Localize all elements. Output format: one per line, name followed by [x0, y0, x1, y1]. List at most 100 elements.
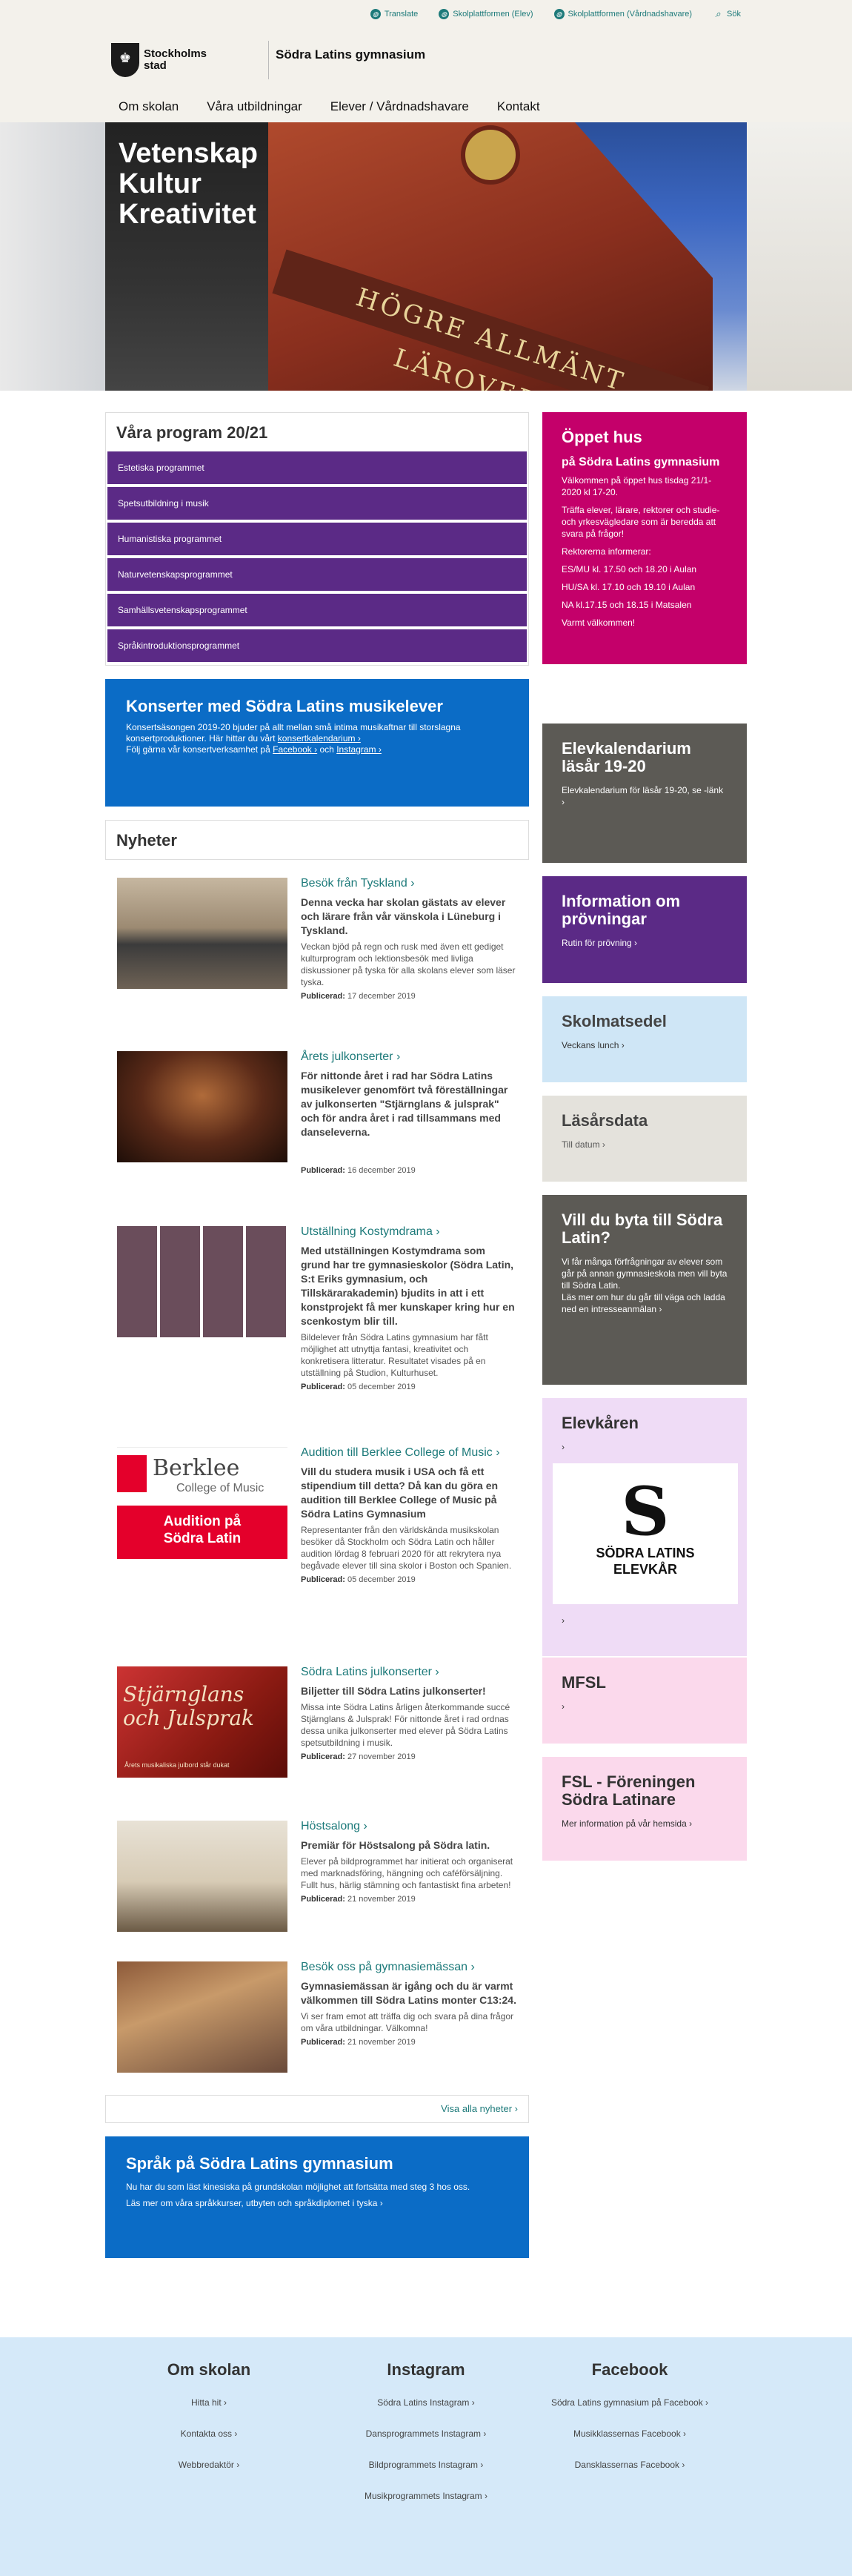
lasarsdata-box[interactable]: Läsårsdata Till datum ›: [542, 1096, 747, 1182]
news-title-link[interactable]: Besök oss på gymnasiemässan ›: [301, 1961, 517, 1973]
fsl-link[interactable]: Mer information på vår hemsida ›: [562, 1818, 728, 1830]
search-link[interactable]: ⌕ Sök: [713, 9, 741, 19]
oppet-text: NA kl.17.15 och 18.15 i Matsalen: [562, 600, 692, 610]
skolplattformen-vardnad-link[interactable]: ◍ Skolplattformen (Vårdnadshavare): [553, 9, 692, 19]
programs-title: Våra program 20/21: [116, 423, 268, 442]
julkonsert-image-sub: Årets musikaliska julbord står dukat: [124, 1761, 230, 1769]
konsertkalendarium-link[interactable]: konsertkalendarium ›: [278, 733, 361, 744]
news-title-link[interactable]: Årets julkonserter ›: [301, 1051, 517, 1063]
news-item: Berklee College of Music Audition på Söd…: [117, 1447, 517, 1586]
footer-link[interactable]: Webbredaktör ›: [105, 2460, 313, 2470]
berklee-cta: Audition på Södra Latin: [117, 1506, 287, 1559]
mfsl-box[interactable]: MFSL ›: [542, 1658, 747, 1744]
oppet-subtitle: på Södra Latins gymnasium: [562, 456, 720, 468]
fsl-box[interactable]: FSL - Föreningen Södra Latinare Mer info…: [542, 1757, 747, 1861]
vill-text: Vi får många förfrågningar av elever som…: [562, 1256, 728, 1291]
footer-link[interactable]: Dansklassernas Facebook ›: [526, 2460, 733, 2470]
news-image[interactable]: [117, 1961, 287, 2073]
byta-skola-box[interactable]: Vill du byta till Södra Latin? Vi får må…: [542, 1195, 747, 1385]
mfsl-arrow[interactable]: ›: [562, 1701, 728, 1712]
prov-link[interactable]: Rutin för prövning ›: [562, 937, 728, 949]
footer-link[interactable]: Bildprogrammets Instagram ›: [322, 2460, 530, 2470]
news-image[interactable]: [117, 878, 287, 989]
news-title-link[interactable]: Utställning Kostymdrama ›: [301, 1226, 517, 1238]
footer-link[interactable]: Hitta hit ›: [105, 2397, 313, 2408]
provning-box[interactable]: Information om prövningar Rutin för pröv…: [542, 876, 747, 983]
nav-kontakt[interactable]: Kontakt: [497, 99, 540, 114]
news-item: Besök oss på gymnasiemässan › Gymnasiemä…: [117, 1961, 517, 2073]
footer-link[interactable]: Södra Latins Instagram ›: [322, 2397, 530, 2408]
news-date: Publicerad: 21 november 2019: [301, 1895, 416, 1904]
skolplattformen-elev-link[interactable]: ◍ Skolplattformen (Elev): [439, 9, 533, 19]
oppet-hus-box[interactable]: Öppet hus på Södra Latins gymnasium Välk…: [542, 412, 747, 664]
news-lead: För nittonde året i rad har Södra Latins…: [301, 1070, 508, 1138]
lasar-link[interactable]: Till datum ›: [562, 1139, 728, 1150]
elevkal-link[interactable]: Elevkalendarium för läsår 19-20, se -län…: [562, 784, 728, 808]
translate-link[interactable]: ◍ Translate: [370, 9, 418, 19]
program-samhallsvetenskap[interactable]: Samhällsvetenskapsprogrammet: [107, 594, 527, 626]
news-title-link[interactable]: Södra Latins julkonserter ›: [301, 1666, 517, 1678]
footer-col-title: Om skolan: [167, 2360, 251, 2379]
footer-link[interactable]: Dansprogrammets Instagram ›: [322, 2428, 530, 2439]
footer-link[interactable]: Musikklassernas Facebook ›: [526, 2428, 733, 2439]
news-title-link[interactable]: Besök från Tyskland ›: [301, 878, 517, 890]
news-title-link[interactable]: Höstsalong ›: [301, 1821, 517, 1832]
hero-banner: HÖGRE ALLMÄNT LÄROVERK Vetenskap Kultur …: [0, 122, 852, 391]
nav-elever-vardnadshavare[interactable]: Elever / Vårdnadshavare: [330, 99, 469, 114]
footer-link[interactable]: Kontakta oss ›: [105, 2428, 313, 2439]
news-item: Årets julkonserter › För nittonde året i…: [117, 1051, 517, 1176]
news-date: Publicerad: 16 december 2019: [301, 1166, 416, 1175]
elevk-arrow[interactable]: ›: [562, 1615, 728, 1626]
news-image[interactable]: [117, 1051, 287, 1162]
mfsl-title: MFSL: [562, 1673, 606, 1692]
stockholm-logo[interactable]: ♚ Stockholms stad: [111, 43, 207, 77]
program-estetiska[interactable]: Estetiska programmet: [107, 451, 527, 484]
elevkaren-box[interactable]: Elevkåren › S SÖDRA LATINS ELEVKÅR ›: [542, 1398, 747, 1656]
news-title-link[interactable]: Audition till Berklee College of Music ›: [301, 1447, 517, 1459]
sprak-link[interactable]: Läs mer om våra språkkurser, utbyten och…: [126, 2197, 508, 2209]
skolmatsedel-box[interactable]: Skolmatsedel Veckans lunch ›: [542, 996, 747, 1082]
berklee-name: Berklee: [153, 1455, 240, 1481]
visa-alla-nyheter-link[interactable]: Visa alla nyheter ›: [105, 2095, 529, 2123]
news-image[interactable]: [117, 1226, 287, 1337]
nav-om-skolan[interactable]: Om skolan: [119, 99, 179, 114]
news-body: Missa inte Södra Latins årligen återkomm…: [301, 1702, 510, 1748]
news-lead: Biljetter till Södra Latins julkonserter…: [301, 1685, 486, 1697]
globe-icon: ◍: [439, 9, 450, 19]
elevk-arrow[interactable]: ›: [562, 1441, 728, 1453]
footer-facebook: Facebook Södra Latins gymnasium på Faceb…: [526, 2360, 733, 2491]
news-image[interactable]: Stjärnglans och Julsprak Årets musikalis…: [117, 1666, 287, 1778]
footer-link[interactable]: Södra Latins gymnasium på Facebook ›: [526, 2397, 733, 2408]
program-sprakintroduktion[interactable]: Språkintroduktionsprogrammet: [107, 629, 527, 662]
news-item: Besök från Tyskland › Denna vecka har sk…: [117, 878, 517, 1002]
elevkalendarium-box[interactable]: Elevkalendarium läsår 19-20 Elevkalendar…: [542, 724, 747, 863]
news-item: Höstsalong › Premiär för Höstsalong på S…: [117, 1821, 517, 1932]
vill-link[interactable]: Läs mer om hur du går till väga och ladd…: [562, 1291, 728, 1315]
oppet-text: ES/MU kl. 17.50 och 18.20 i Aulan: [562, 564, 697, 575]
skol-title: Skolmatsedel: [562, 1012, 667, 1030]
news-date: Publicerad: 17 december 2019: [301, 992, 416, 1001]
clock-icon: [461, 125, 520, 185]
footer-col-title: Facebook: [591, 2360, 668, 2379]
sprak-text: Nu har du som läst kinesiska på grundsko…: [126, 2182, 470, 2192]
footer-om-skolan: Om skolan Hitta hit › Kontakta oss › Web…: [105, 2360, 313, 2491]
footer-link[interactable]: Musikprogrammets Instagram ›: [322, 2491, 530, 2501]
sprak-title: Språk på Södra Latins gymnasium: [126, 2154, 393, 2173]
news-item: Utställning Kostymdrama › Med utställnin…: [117, 1226, 517, 1393]
news-lead: Gymnasiemässan är igång och du är varmt …: [301, 1980, 516, 2006]
program-humanistiska[interactable]: Humanistiska programmet: [107, 523, 527, 555]
facebook-link[interactable]: Facebook ›: [273, 744, 317, 755]
footer-col-title: Instagram: [387, 2360, 465, 2379]
skol-link[interactable]: Veckans lunch ›: [562, 1039, 728, 1051]
program-naturvetenskap[interactable]: Naturvetenskapsprogrammet: [107, 558, 527, 591]
elevkal-title: Elevkalendarium läsår 19-20: [562, 739, 691, 775]
instagram-link[interactable]: Instagram ›: [336, 744, 382, 755]
program-spetsutbildning[interactable]: Spetsutbildning i musik: [107, 487, 527, 520]
news-image[interactable]: [117, 1821, 287, 1932]
site-title[interactable]: Södra Latins gymnasium: [276, 47, 425, 62]
news-date: Publicerad: 05 december 2019: [301, 1383, 416, 1391]
lasar-title: Läsårsdata: [562, 1111, 648, 1130]
nav-vara-utbildningar[interactable]: Våra utbildningar: [207, 99, 302, 114]
berklee-image[interactable]: Berklee College of Music Audition på Söd…: [117, 1447, 287, 1559]
programs-box: Våra program 20/21 Estetiska programmet …: [105, 412, 529, 666]
